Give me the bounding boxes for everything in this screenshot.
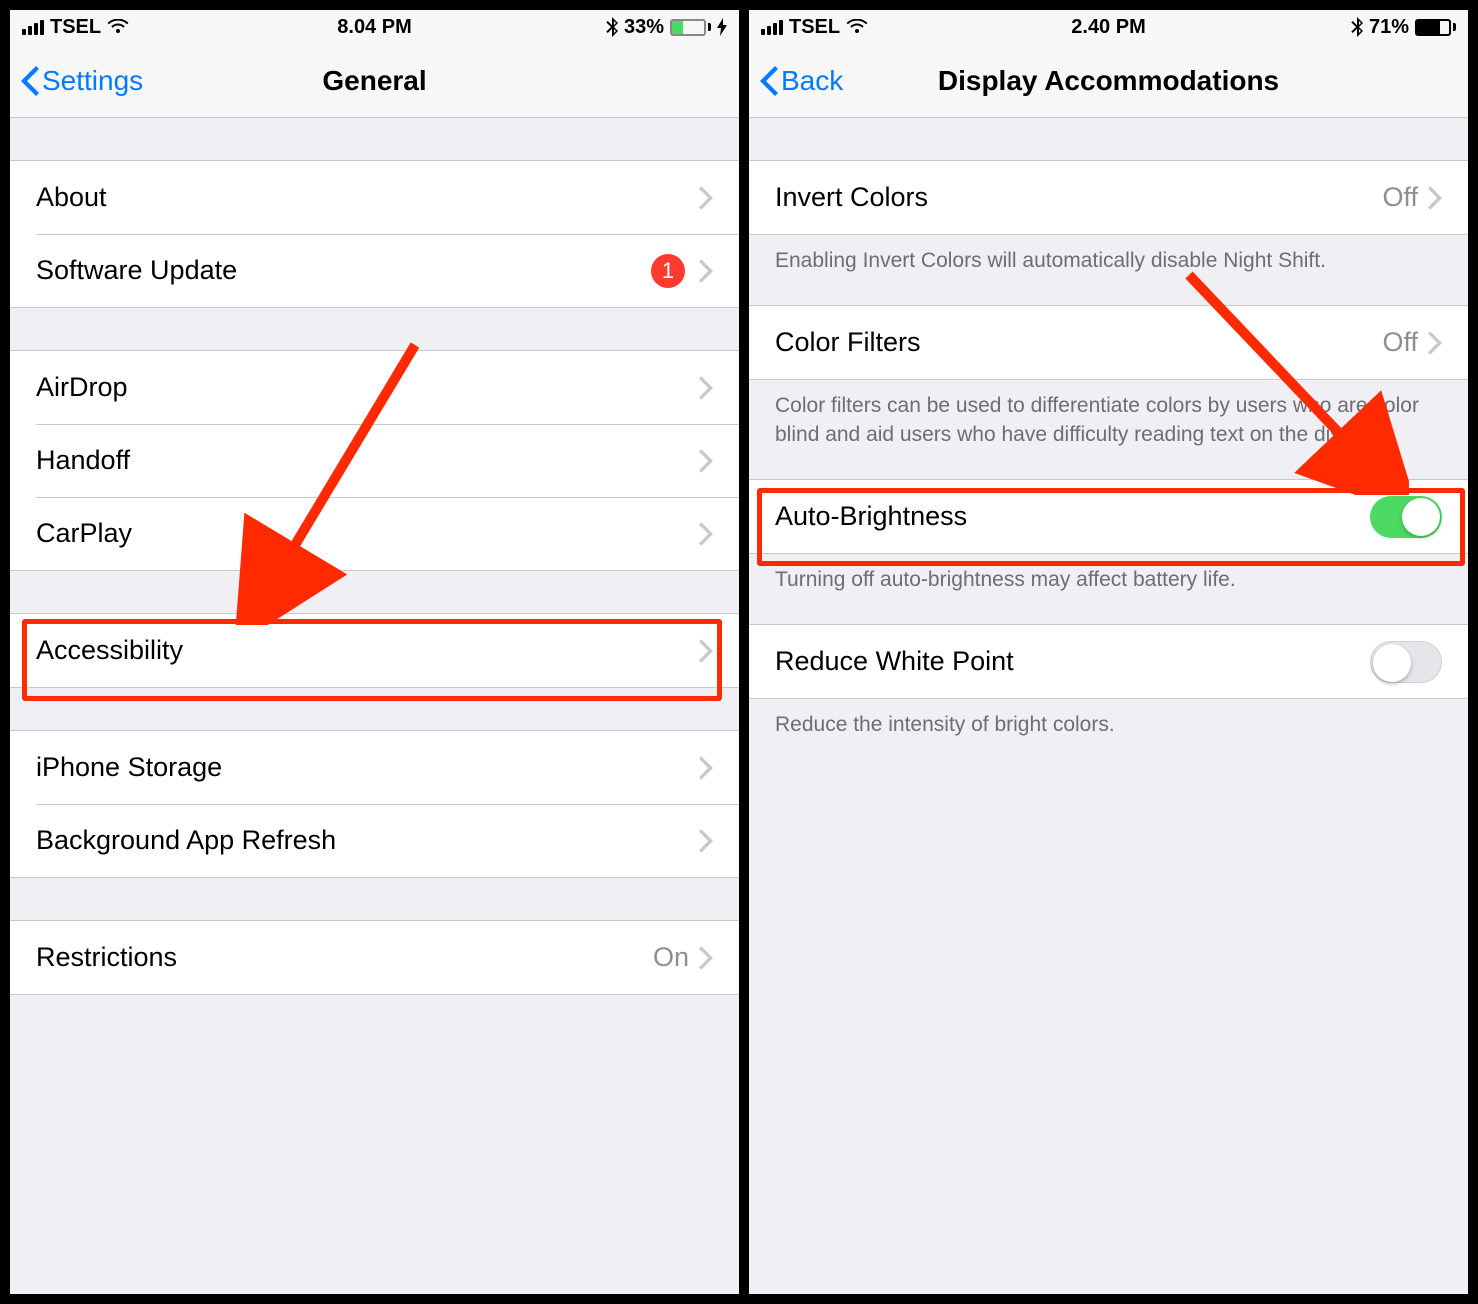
row-accessibility[interactable]: Accessibility <box>10 614 739 687</box>
row-restrictions[interactable]: Restrictions On <box>10 921 739 994</box>
row-iphone-storage[interactable]: iPhone Storage <box>10 731 739 804</box>
battery-percentage: 33% <box>624 16 664 39</box>
footer-auto-brightness: Turning off auto-brightness may affect b… <box>749 554 1468 594</box>
status-time: 2.40 PM <box>1071 16 1145 39</box>
back-label: Settings <box>42 65 143 97</box>
chevron-right-icon <box>1428 331 1442 355</box>
chevron-right-icon <box>699 756 713 780</box>
row-software-update[interactable]: Software Update 1 <box>10 234 739 307</box>
chevron-right-icon <box>699 829 713 853</box>
update-badge: 1 <box>651 254 685 288</box>
row-color-filters[interactable]: Color Filters Off <box>749 306 1468 379</box>
chevron-right-icon <box>1428 186 1442 210</box>
nav-bar: Settings General <box>10 44 739 118</box>
chevron-left-icon <box>20 66 40 96</box>
row-label: Color Filters <box>775 327 1382 358</box>
cellular-signal-icon <box>22 19 44 35</box>
row-value: Off <box>1382 327 1418 358</box>
chevron-left-icon <box>759 66 779 96</box>
row-about[interactable]: About <box>10 161 739 234</box>
right-screenshot: TSEL 2.40 PM 71% Back <box>739 10 1468 1294</box>
chevron-right-icon <box>699 449 713 473</box>
status-bar: TSEL 2.40 PM 71% <box>749 10 1468 44</box>
row-label: CarPlay <box>36 518 699 549</box>
row-label: iPhone Storage <box>36 752 699 783</box>
row-auto-brightness[interactable]: Auto-Brightness <box>749 480 1468 553</box>
row-label: Handoff <box>36 445 699 476</box>
row-label: AirDrop <box>36 372 699 403</box>
row-value: On <box>653 942 689 973</box>
carrier-label: TSEL <box>789 16 840 39</box>
row-background-app-refresh[interactable]: Background App Refresh <box>10 804 739 877</box>
back-label: Back <box>781 65 843 97</box>
row-airdrop[interactable]: AirDrop <box>10 351 739 424</box>
footer-invert-colors: Enabling Invert Colors will automaticall… <box>749 235 1468 275</box>
chevron-right-icon <box>699 376 713 400</box>
row-carplay[interactable]: CarPlay <box>10 497 739 570</box>
cellular-signal-icon <box>761 19 783 35</box>
back-button[interactable]: Back <box>759 65 843 97</box>
wifi-icon <box>107 19 129 35</box>
reduce-white-point-toggle[interactable] <box>1370 641 1442 683</box>
chevron-right-icon <box>699 522 713 546</box>
row-invert-colors[interactable]: Invert Colors Off <box>749 161 1468 234</box>
row-label: Invert Colors <box>775 182 1382 213</box>
status-time: 8.04 PM <box>337 16 411 39</box>
wifi-icon <box>846 19 868 35</box>
chevron-right-icon <box>699 639 713 663</box>
bluetooth-icon <box>606 17 618 37</box>
battery-icon <box>1415 19 1456 36</box>
row-label: Auto-Brightness <box>775 501 1370 532</box>
battery-icon <box>670 19 711 36</box>
page-title: General <box>322 65 426 97</box>
row-label: Accessibility <box>36 635 699 666</box>
row-handoff[interactable]: Handoff <box>10 424 739 497</box>
chevron-right-icon <box>699 259 713 283</box>
battery-percentage: 71% <box>1369 16 1409 39</box>
chevron-right-icon <box>699 186 713 210</box>
carrier-label: TSEL <box>50 16 101 39</box>
nav-bar: Back Display Accommodations <box>749 44 1468 118</box>
chevron-right-icon <box>699 946 713 970</box>
row-label: About <box>36 182 699 213</box>
bluetooth-icon <box>1351 17 1363 37</box>
row-label: Background App Refresh <box>36 825 699 856</box>
footer-reduce-white-point: Reduce the intensity of bright colors. <box>749 699 1468 739</box>
row-label: Restrictions <box>36 942 653 973</box>
row-reduce-white-point[interactable]: Reduce White Point <box>749 625 1468 698</box>
row-label: Software Update <box>36 255 651 286</box>
charging-icon <box>717 18 727 36</box>
row-value: Off <box>1382 182 1418 213</box>
auto-brightness-toggle[interactable] <box>1370 496 1442 538</box>
row-label: Reduce White Point <box>775 646 1370 677</box>
footer-color-filters: Color filters can be used to differentia… <box>749 380 1468 449</box>
page-title: Display Accommodations <box>938 65 1279 97</box>
back-button[interactable]: Settings <box>20 65 143 97</box>
left-screenshot: TSEL 8.04 PM 33% <box>10 10 739 1294</box>
status-bar: TSEL 8.04 PM 33% <box>10 10 739 44</box>
